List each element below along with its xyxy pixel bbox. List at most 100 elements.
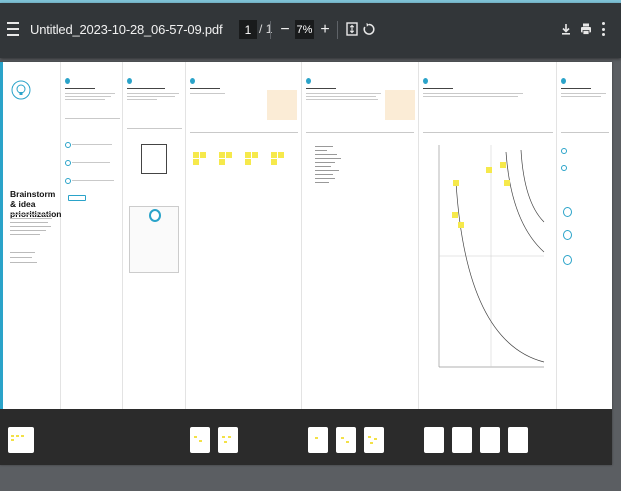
heading-line [561, 88, 591, 89]
step-panel-1 [60, 62, 123, 409]
text-line [315, 166, 331, 167]
text-line [72, 180, 114, 181]
text-line [10, 222, 48, 223]
sticky-note [219, 152, 225, 158]
after-collab-panel [556, 62, 612, 409]
intro-panel: Brainstorm & idea prioritization [3, 62, 61, 409]
sticky-note [245, 152, 251, 158]
text-line [306, 99, 378, 100]
sticky-note [452, 212, 458, 218]
thumbnail [8, 427, 34, 453]
target-icon [149, 209, 161, 222]
tip-note [267, 90, 297, 120]
resource-icon [563, 230, 572, 240]
step-marker [306, 78, 311, 84]
thumbnail [452, 427, 472, 453]
zoom-out-button[interactable]: − [278, 20, 292, 39]
pdf-toolbar: Untitled_2023-10-28_06-57-09.pdf 1 / 1 −… [0, 3, 621, 58]
template-footer-strip [0, 409, 612, 465]
check-icon [65, 178, 71, 184]
text-line [10, 230, 46, 231]
thumbnail [336, 427, 356, 453]
download-icon[interactable] [559, 22, 573, 36]
thumbnail [480, 427, 500, 453]
sticky-note [500, 162, 506, 168]
problem-statement-card [141, 144, 167, 174]
text-line [306, 96, 376, 97]
text-line [423, 93, 523, 94]
text-line [10, 234, 40, 235]
brainstorm-panel [185, 62, 302, 409]
step-marker [423, 78, 428, 84]
thumbnail [508, 427, 528, 453]
page-separator: / [259, 22, 263, 36]
rotate-icon[interactable] [362, 22, 376, 36]
sticky-note [458, 222, 464, 228]
sticky-note [226, 152, 232, 158]
text-line [10, 257, 32, 258]
text-line [315, 158, 341, 159]
text-line [10, 214, 50, 215]
text-line [315, 150, 327, 151]
text-line [306, 93, 381, 94]
toolbar-divider [270, 21, 271, 39]
text-line [315, 178, 335, 179]
step-marker [65, 78, 70, 84]
text-line [315, 154, 337, 155]
divider [561, 132, 609, 133]
heading-line [65, 88, 95, 89]
tip-note [385, 90, 415, 120]
check-icon [65, 160, 71, 166]
text-line [72, 162, 110, 163]
text-line [315, 174, 333, 175]
check-icon [561, 165, 567, 171]
text-line [423, 96, 518, 97]
thumbnail [424, 427, 444, 453]
thumbnail [364, 427, 384, 453]
divider [127, 128, 182, 129]
text-line [561, 96, 601, 97]
text-line [65, 96, 111, 97]
sticky-note [200, 152, 206, 158]
fit-page-icon[interactable] [345, 22, 359, 36]
thumbnail [308, 427, 328, 453]
question-card [129, 206, 179, 273]
zoom-in-button[interactable]: + [318, 20, 332, 39]
zoom-level-input[interactable]: 7% [295, 20, 314, 39]
check-icon [65, 142, 71, 148]
divider [65, 118, 120, 119]
pdf-page: Brainstorm & idea prioritization [0, 62, 612, 465]
action-button [68, 195, 86, 201]
sticky-note [193, 152, 199, 158]
text-line [315, 170, 339, 171]
divider [306, 132, 414, 133]
sticky-note [271, 152, 277, 158]
priority-matrix [438, 145, 545, 368]
check-icon [561, 148, 567, 154]
step-marker [561, 78, 566, 84]
sticky-note [453, 180, 459, 186]
toolbar-divider [337, 21, 338, 39]
sticky-note [245, 159, 251, 165]
step-marker [190, 78, 195, 84]
text-line [315, 162, 335, 163]
more-vert-icon[interactable] [599, 22, 607, 36]
text-line [127, 96, 175, 97]
heading-line [306, 88, 336, 89]
heading-line [423, 88, 453, 89]
document-title: Untitled_2023-10-28_06-57-09.pdf [30, 22, 223, 37]
sticky-note [486, 167, 492, 173]
step-marker [127, 78, 132, 84]
print-icon[interactable] [579, 22, 593, 36]
step-panel-2 [122, 62, 186, 409]
bulb-logo-icon [11, 80, 31, 100]
resource-icon [563, 255, 572, 265]
text-line [315, 146, 333, 147]
menu-icon[interactable] [6, 22, 20, 36]
text-line [65, 99, 105, 100]
page-number-input[interactable]: 1 [239, 20, 257, 39]
text-line [190, 93, 225, 94]
prioritize-panel [418, 62, 557, 409]
pdf-viewport[interactable]: Brainstorm & idea prioritization [0, 58, 621, 491]
text-line [10, 218, 52, 219]
